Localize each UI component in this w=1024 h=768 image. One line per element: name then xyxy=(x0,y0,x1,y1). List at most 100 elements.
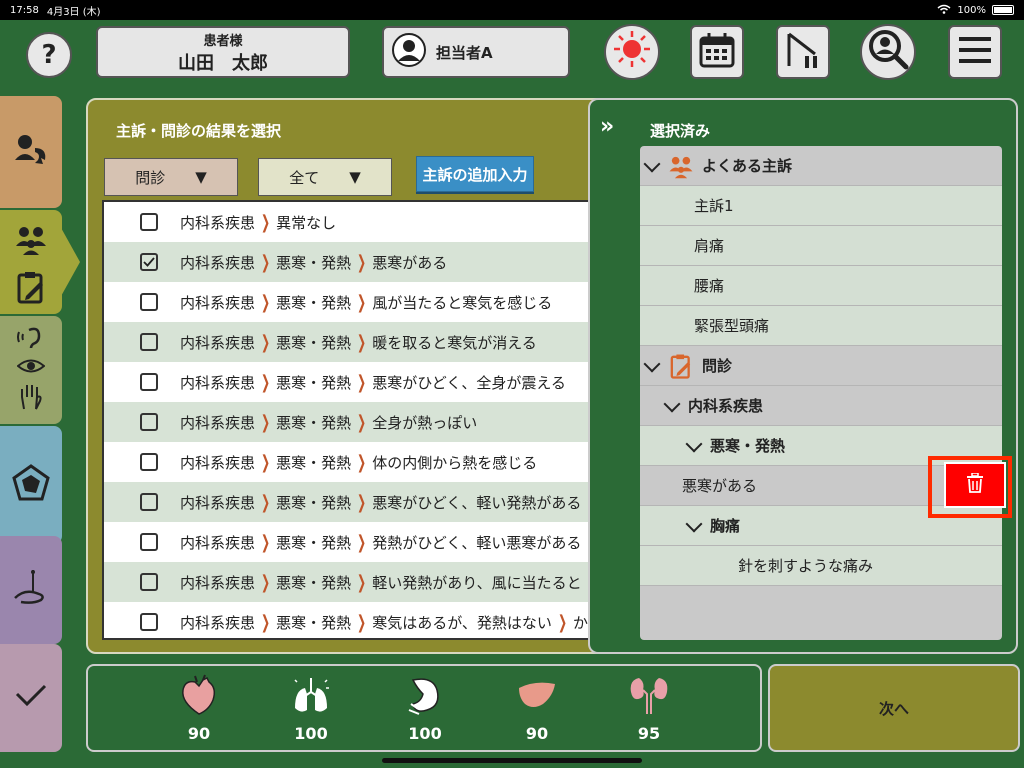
category-dropdown[interactable]: 問診 ▼ xyxy=(104,158,238,196)
selected-item-label: 針を刺すような痛み xyxy=(738,557,874,575)
rail-item-complete[interactable] xyxy=(0,644,62,752)
clipboard-edit-icon xyxy=(668,353,694,379)
row-path-part: か xyxy=(573,613,589,632)
chevron-down-icon[interactable] xyxy=(663,395,681,412)
row-path-part: 内科系疾患 xyxy=(180,333,256,352)
row-checkbox[interactable] xyxy=(140,213,158,231)
check-icon xyxy=(15,684,47,712)
selected-item-row[interactable]: 肩痛 xyxy=(640,226,1002,266)
row-checkbox[interactable] xyxy=(140,573,158,591)
row-path-part: 内科系疾患 xyxy=(180,253,256,272)
panel-title: 主訴・問診の結果を選択 xyxy=(116,122,282,140)
rail-item-senses[interactable] xyxy=(0,316,62,424)
row-checkbox[interactable] xyxy=(140,413,158,431)
staff-box[interactable]: 担当者A xyxy=(382,26,570,78)
complaint-row[interactable]: 内科系疾患 ❯ 悪寒・発熱 ❯ 発熱がひどく、軽い悪寒がある xyxy=(104,522,608,562)
selected-item-row[interactable]: 腰痛 xyxy=(640,266,1002,306)
add-complaint-button[interactable]: 主訴の追加入力 xyxy=(416,156,534,192)
selected-group-row[interactable]: 内科系疾患 xyxy=(640,386,1002,426)
category-dropdown-value: 問診 xyxy=(135,168,166,187)
menu-button[interactable] xyxy=(948,25,1002,79)
row-checkbox[interactable] xyxy=(140,293,158,311)
patient-box[interactable]: 患者様 山田 太郎 xyxy=(96,26,350,78)
row-checkbox[interactable] xyxy=(140,533,158,551)
row-path-part: 内科系疾患 xyxy=(180,213,256,232)
delete-button[interactable] xyxy=(944,462,1006,508)
row-path-part: 発熱がひどく、軽い悪寒がある xyxy=(372,533,582,552)
row-checkbox[interactable] xyxy=(140,613,158,631)
scope-dropdown[interactable]: 全て ▼ xyxy=(258,158,392,196)
calendar-icon xyxy=(697,30,737,74)
organ-scores-bar: 90 100 100 90 95 xyxy=(86,664,762,752)
selected-item-label: 腰痛 xyxy=(694,277,725,295)
row-path-part: 悪寒・発熱 xyxy=(276,533,352,552)
heart-score[interactable]: 90 xyxy=(164,674,234,743)
chevron-down-icon[interactable] xyxy=(685,435,703,452)
selected-header-row[interactable]: 問診 xyxy=(640,346,1002,386)
sun-alert-icon xyxy=(612,29,652,76)
row-path-part: 内科系疾患 xyxy=(180,293,256,312)
breadcrumb-separator-icon: ❯ xyxy=(557,611,567,633)
selected-item-label: 内科系疾患 xyxy=(688,397,764,415)
kidneys-score[interactable]: 95 xyxy=(614,674,684,743)
breadcrumb-separator-icon: ❯ xyxy=(261,451,271,473)
selected-item-row[interactable]: 緊張型頭痛 xyxy=(640,306,1002,346)
complaint-row[interactable]: 内科系疾患 ❯ 悪寒・発熱 ❯ 全身が熱っぽい xyxy=(104,402,608,442)
selected-item-label: よくある主訴 xyxy=(702,157,793,175)
row-checkbox[interactable] xyxy=(140,253,158,271)
breadcrumb-separator-icon: ❯ xyxy=(261,371,271,393)
chevron-down-icon[interactable] xyxy=(643,355,661,372)
row-checkbox[interactable] xyxy=(140,493,158,511)
next-button[interactable]: 次へ xyxy=(768,664,1020,752)
calendar-button[interactable] xyxy=(690,25,744,79)
search-person-button[interactable] xyxy=(860,24,916,80)
row-path-part: 異常なし xyxy=(276,213,337,232)
complaint-row[interactable]: 内科系疾患 ❯ 悪寒・発熱 ❯ 軽い発熱があり、風に当たると xyxy=(104,562,608,602)
breadcrumb-separator-icon: ❯ xyxy=(357,451,367,473)
breadcrumb-separator-icon: ❯ xyxy=(261,291,271,313)
liver-score[interactable]: 90 xyxy=(502,674,572,743)
selected-item-label: 問診 xyxy=(702,357,733,375)
row-path-part: 内科系疾患 xyxy=(180,613,256,632)
breadcrumb-separator-icon: ❯ xyxy=(357,331,367,353)
selected-list: よくある主訴 主訴1 肩痛 腰痛 緊張型頭痛 問診 内科系疾患 悪寒・発熱 悪寒がある 胸痛 針を刺… xyxy=(640,146,1002,640)
clipboard-edit-icon xyxy=(14,270,48,308)
row-checkbox[interactable] xyxy=(140,333,158,351)
selected-item-row[interactable]: 主訴1 xyxy=(640,186,1002,226)
kidneys-value: 95 xyxy=(637,724,661,743)
complaint-row[interactable]: 内科系疾患 ❯ 悪寒・発熱 ❯ 風が当たると寒気を感じる xyxy=(104,282,608,322)
row-checkbox[interactable] xyxy=(140,373,158,391)
selected-leaf-row[interactable]: 針を刺すような痛み xyxy=(640,546,1002,586)
breadcrumb-separator-icon: ❯ xyxy=(357,491,367,513)
rail-item-treatment[interactable] xyxy=(0,536,62,644)
complaint-row[interactable]: 内科系疾患 ❯ 悪寒・発熱 ❯ 悪寒がひどく、軽い発熱がある xyxy=(104,482,608,522)
selected-header-row[interactable]: よくある主訴 xyxy=(640,146,1002,186)
help-button[interactable]: ? xyxy=(26,32,72,78)
complaint-row[interactable]: 内科系疾患 ❯ 悪寒・発熱 ❯ 寒気はあるが、発熱はない ❯ か xyxy=(104,602,608,638)
collapse-panel-button[interactable]: » xyxy=(600,114,614,139)
complaint-row[interactable]: 内科系疾患 ❯ 悪寒・発熱 ❯ 悪寒がひどく、全身が震える xyxy=(104,362,608,402)
play-pause-button[interactable] xyxy=(776,25,830,79)
stomach-score[interactable]: 100 xyxy=(390,674,460,743)
row-path-part: 暖を取ると寒気が消える xyxy=(372,333,537,352)
row-checkbox[interactable] xyxy=(140,453,158,471)
breadcrumb-separator-icon: ❯ xyxy=(357,611,367,633)
complaint-row[interactable]: 内科系疾患 ❯ 異常なし xyxy=(104,202,608,242)
status-time: 17:58 xyxy=(10,4,39,16)
row-path-part: 悪寒・発熱 xyxy=(276,453,352,472)
chevron-down-icon[interactable] xyxy=(643,155,661,172)
row-path-part: 風が当たると寒気を感じる xyxy=(372,293,553,312)
rail-item-diagnosis[interactable] xyxy=(0,426,62,544)
row-path-part: 悪寒・発熱 xyxy=(276,293,352,312)
row-path-part: 内科系疾患 xyxy=(180,413,256,432)
complaint-row[interactable]: 内科系疾患 ❯ 悪寒・発熱 ❯ 悪寒がある xyxy=(104,242,608,282)
complaint-row[interactable]: 内科系疾患 ❯ 悪寒・発熱 ❯ 体の内側から熱を感じる xyxy=(104,442,608,482)
row-path-part: 悪寒・発熱 xyxy=(276,413,352,432)
selected-item-label: 主訴1 xyxy=(694,197,734,215)
complaint-row[interactable]: 内科系疾患 ❯ 悪寒・発熱 ❯ 暖を取ると寒気が消える xyxy=(104,322,608,362)
sun-alert-button[interactable] xyxy=(604,24,660,80)
chevron-down-icon[interactable] xyxy=(685,515,703,532)
rail-item-transfer[interactable] xyxy=(0,96,62,208)
lungs-score[interactable]: 100 xyxy=(276,674,346,743)
status-bar: 17:58 4月3日 (木) 100% xyxy=(0,0,1024,20)
